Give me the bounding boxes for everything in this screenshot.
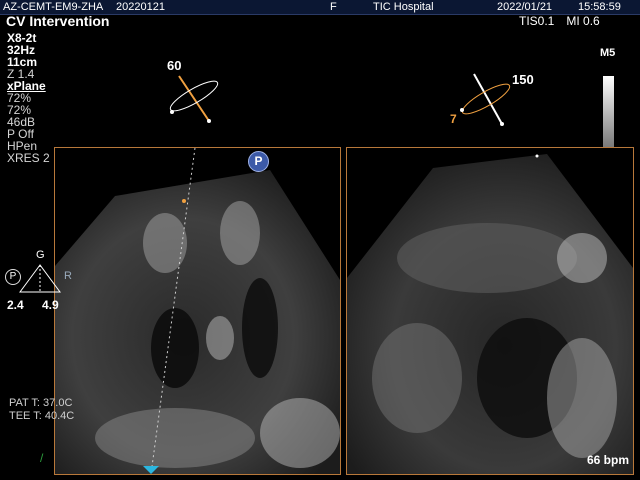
xres: XRES 2 [7, 151, 50, 165]
pat-temp: PAT T: 37.0C [9, 397, 73, 409]
tee-temp: TEE T: 40.4C [9, 410, 75, 422]
right-echo-image [347, 154, 633, 474]
gain-g-label: G [36, 249, 45, 261]
gain-right-value: 4.9 [42, 298, 59, 312]
left-echo-image [55, 148, 340, 474]
left-plane-angle: 60 [167, 58, 182, 73]
right-plane-angle: 150 [512, 72, 534, 87]
header-time: 15:58:59 [578, 1, 621, 13]
hospital-name: TIC Hospital [373, 1, 434, 13]
right-plane-icon [460, 73, 511, 126]
gain-p-button[interactable]: P [5, 269, 21, 285]
f-marker: F [330, 1, 337, 13]
right-image-pane[interactable] [346, 147, 634, 475]
header-date: 2022/01/21 [497, 1, 553, 13]
gain-left-value: 2.4 [7, 298, 24, 312]
left-image-pane[interactable] [54, 147, 341, 475]
gain-r-label: R [64, 270, 72, 282]
mi-value: MI 0.6 [566, 14, 600, 28]
exam-date: 20220121 [116, 1, 165, 13]
app-title: CV Intervention [6, 13, 110, 29]
ecg-marker-icon: / [40, 451, 44, 465]
imaging-params: X8-2t 32Hz 11cm Z 1.4 xPlane 72% 72% 46d… [7, 32, 50, 164]
safety-indices: TIS0.1 MI 0.6 [519, 14, 612, 28]
left-plane-icon [169, 75, 219, 123]
tis-value: TIS0.1 [519, 14, 555, 28]
patient-temperatures: PAT T: 37.0C TEE T: 40.4C [9, 397, 74, 423]
p-badge-button[interactable]: P [248, 151, 269, 172]
patient-id: AZ-CEMT-EM9-ZHA [3, 1, 104, 13]
grayscale-map-label: M5 [600, 47, 616, 59]
right-plane-secondary-angle: 7 [450, 112, 457, 126]
heart-rate: 66 bpm [587, 453, 630, 467]
